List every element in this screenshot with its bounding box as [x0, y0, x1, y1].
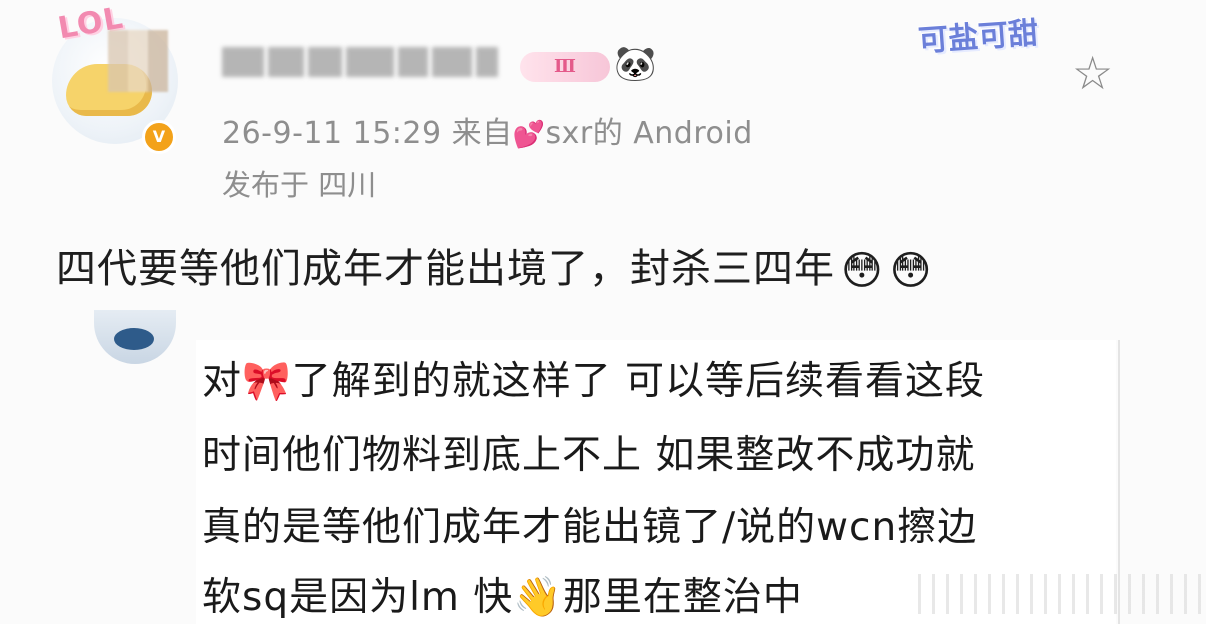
avatar-mosaic — [108, 30, 168, 92]
reply-text: 软sq是因为lm 快 — [202, 575, 514, 620]
reply-text: 了解到的就这样了 可以等后续看看这段 — [291, 359, 985, 404]
username[interactable]: ██ ██ ██ ██ — [222, 40, 512, 84]
post-content-text: 四代要等他们成年才能出境了，封杀三四年 — [56, 246, 835, 292]
level-badge[interactable]: Ⅲ — [520, 52, 610, 82]
source-device[interactable]: sxr的 Android — [546, 116, 753, 151]
waving-hand-icon: 👋 — [513, 575, 563, 620]
reply-avatar[interactable] — [94, 310, 176, 364]
reply-line: 对🎀了解到的就这样了 可以等后续看看这段 — [202, 350, 985, 406]
bow-icon: 🎀 — [242, 359, 292, 404]
reply-text: 对 — [202, 359, 243, 404]
sticker-decoration: 可盐可甜 — [917, 15, 1040, 60]
reply-line: 时间他们物料到底上不上 如果整改不成功就 — [202, 433, 976, 478]
username-text: ██ ██ ██ ██ — [222, 40, 229, 41]
post-content: 四代要等他们成年才能出境了，封杀三四年 😳 😳 — [56, 236, 932, 294]
source-prefix: 来自 — [451, 116, 513, 151]
post-meta: 26-9-11 15:29 来自💕sxr的 Android — [222, 108, 753, 152]
post-location: 发布于 四川 — [222, 168, 377, 202]
watermark — [918, 574, 1202, 614]
vip-badge-icon: V — [142, 120, 176, 154]
timestamp: 26-9-11 15:29 — [222, 116, 442, 151]
flushed-face-icon: 😳 — [841, 248, 884, 294]
flushed-face-icon: 😳 — [889, 248, 933, 294]
star-icon[interactable]: ☆ — [1072, 50, 1113, 96]
panda-icon: 🐼 — [614, 44, 657, 84]
reply-text: 那里在整治中 — [562, 575, 803, 620]
heart-icon: 💕 — [512, 120, 546, 150]
reply-line: 真的是等他们成年才能出镜了/说的wcn擦边 — [202, 505, 978, 550]
reply-line: 软sq是因为lm 快👋那里在整治中 — [202, 566, 803, 622]
